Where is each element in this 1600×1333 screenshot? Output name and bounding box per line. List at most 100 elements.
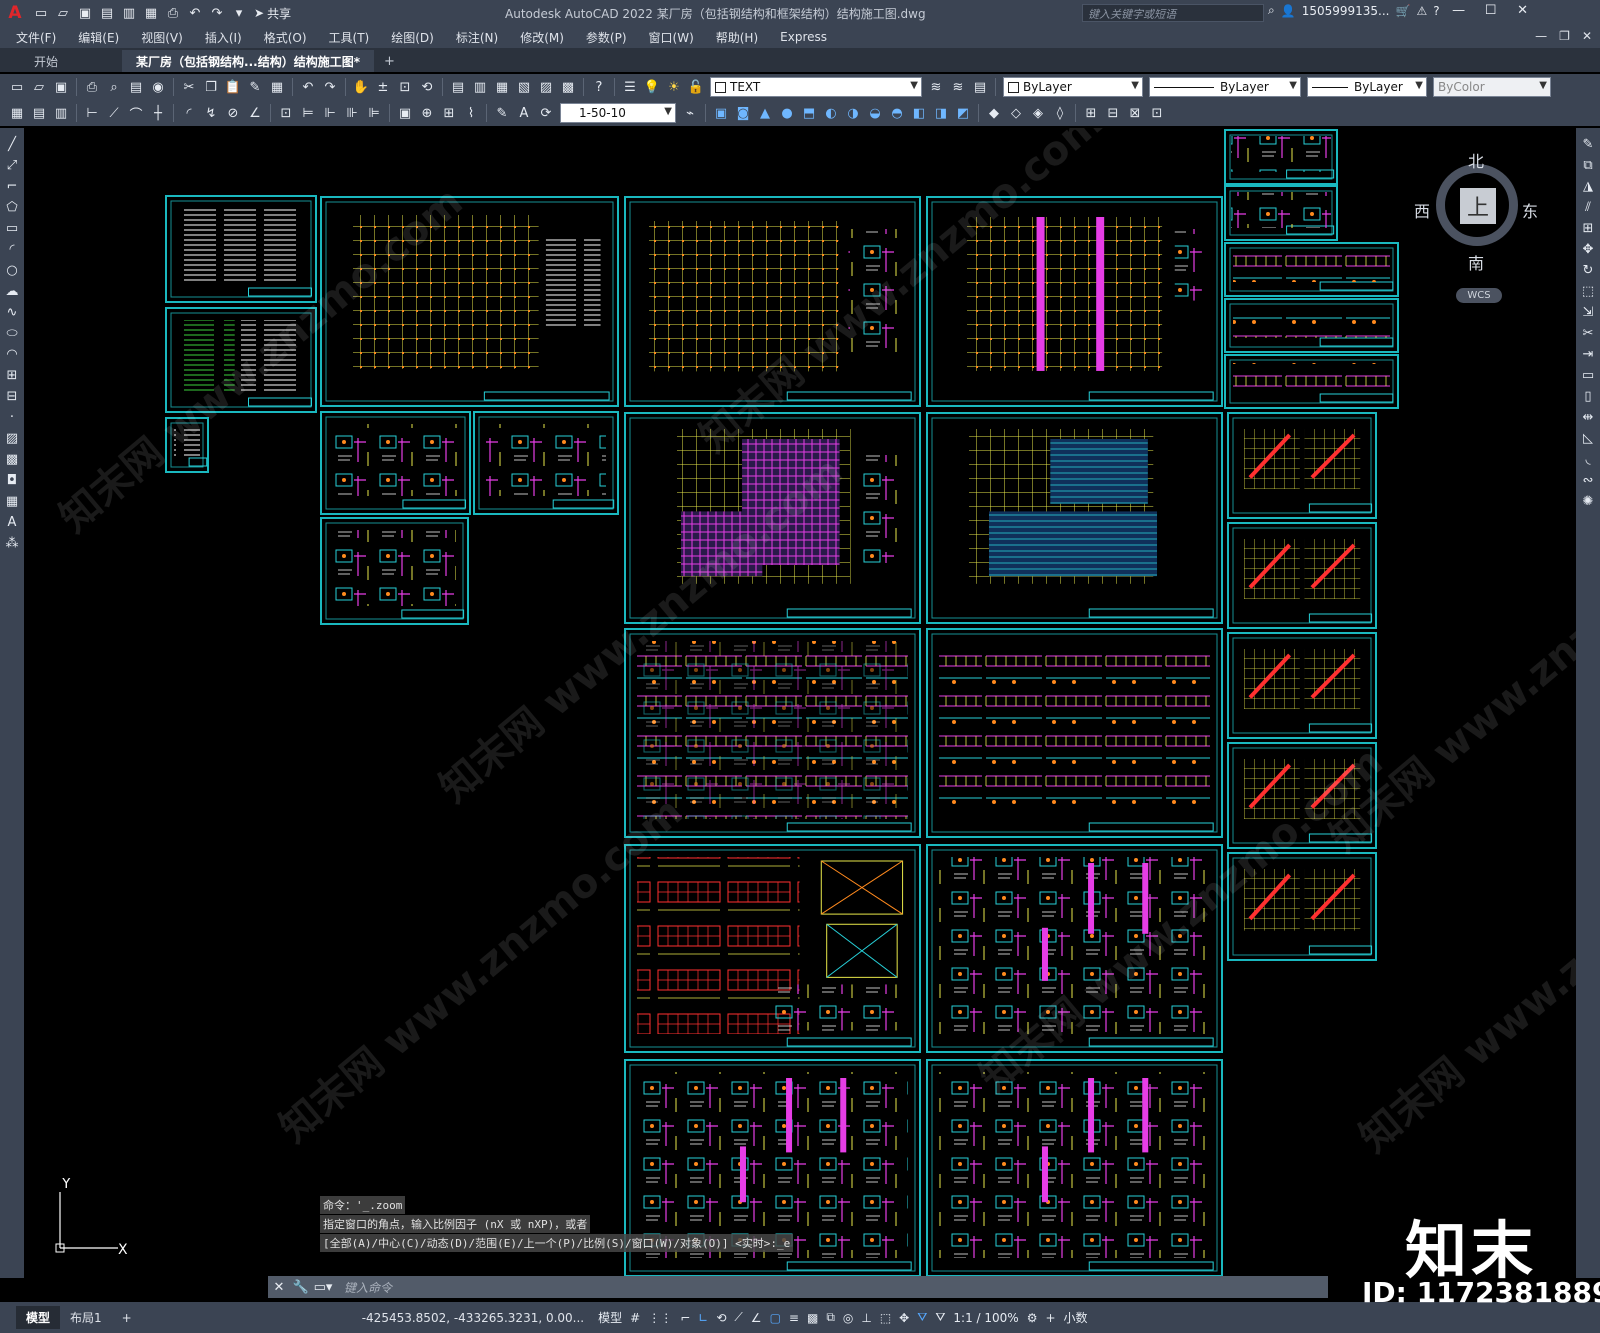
tool-palettes-icon[interactable]: ▦ xyxy=(492,77,512,97)
gradient-icon[interactable]: ▩ xyxy=(2,449,22,469)
ucs-face-icon[interactable]: ⊠ xyxy=(1125,103,1145,123)
hatch-icon[interactable]: ▨ xyxy=(2,428,22,448)
cart-icon[interactable]: 🛒 xyxy=(1395,4,1410,18)
markup-icon[interactable]: ▨ xyxy=(536,77,556,97)
menu-edit[interactable]: 编辑(E) xyxy=(78,29,119,46)
copy-icon[interactable]: ❐ xyxy=(201,77,221,97)
redo-icon[interactable]: ↷ xyxy=(207,3,227,23)
3d-osnap-icon[interactable]: ◎ xyxy=(843,1311,853,1325)
viewcube-south[interactable]: 南 xyxy=(1468,250,1484,274)
polyline-icon[interactable]: ⌐ xyxy=(2,176,22,196)
open-file-icon[interactable]: ▱ xyxy=(53,3,73,23)
blend-icon[interactable]: ∾ xyxy=(1578,470,1598,490)
snap-icon[interactable]: ⋮⋮ xyxy=(648,1311,672,1325)
pan-icon[interactable]: ✋ xyxy=(351,77,371,97)
dim-edit-icon[interactable]: ✎ xyxy=(492,103,512,123)
autodesk-account-icon[interactable]: ⚠ xyxy=(1416,4,1427,18)
design-center-icon[interactable]: ▥ xyxy=(470,77,490,97)
save-toolbar-icon[interactable]: ▣ xyxy=(51,77,71,97)
model-space-button[interactable]: 模型 xyxy=(598,1309,622,1326)
arc-length-icon[interactable]: ⌒ xyxy=(126,103,146,123)
help-icon[interactable]: ? xyxy=(1433,4,1439,18)
zoom-window-icon[interactable]: ⊡ xyxy=(395,77,415,97)
break-icon[interactable]: ⊫ xyxy=(364,103,384,123)
tab-drawing[interactable]: 某厂房（包括钢结构...结构）结构施工图* xyxy=(122,50,374,72)
intersect-icon[interactable]: ◩ xyxy=(953,103,973,123)
line-icon[interactable]: ╱ xyxy=(2,134,22,154)
center-mark-icon[interactable]: ⊕ xyxy=(417,103,437,123)
customize-icon[interactable]: ▾ xyxy=(229,3,249,23)
menu-format[interactable]: 格式(O) xyxy=(264,29,307,46)
insert-block-icon[interactable]: ⊞ xyxy=(2,365,22,385)
zoom-realtime-icon[interactable]: ± xyxy=(373,77,393,97)
circle-icon[interactable]: ○ xyxy=(2,260,22,280)
ucs-previous-icon[interactable]: ⊟ xyxy=(1103,103,1123,123)
tab-start[interactable]: 开始 xyxy=(20,50,72,72)
break-at-point-icon[interactable]: ▭ xyxy=(1578,365,1598,385)
layer-properties-icon[interactable]: ☰ xyxy=(620,77,640,97)
tab-layout1[interactable]: 布局1 xyxy=(60,1306,112,1329)
viewcube-west[interactable]: 西 xyxy=(1414,198,1430,222)
properties-icon[interactable]: ▤ xyxy=(448,77,468,97)
inspect-icon[interactable]: ⊞ xyxy=(439,103,459,123)
sheet-set-icon[interactable]: ▧ xyxy=(514,77,534,97)
command-input[interactable]: 键入命令 xyxy=(344,1279,392,1296)
wcs-menu-button[interactable]: WCS xyxy=(1456,288,1502,303)
tolerance-icon[interactable]: ▣ xyxy=(395,103,415,123)
doc-minimize-icon[interactable]: — xyxy=(1535,29,1547,43)
menu-express[interactable]: Express xyxy=(780,30,827,44)
user-icon[interactable]: 👤 xyxy=(1281,4,1296,18)
save-as-icon[interactable]: ▤ xyxy=(97,3,117,23)
3d-print-icon[interactable]: ◉ xyxy=(148,77,168,97)
undo-icon[interactable]: ↶ xyxy=(185,3,205,23)
presspull-icon[interactable]: ◓ xyxy=(887,103,907,123)
radius-icon[interactable]: ◜ xyxy=(179,103,199,123)
arc-icon[interactable]: ◜ xyxy=(2,239,22,259)
layer-previous-icon[interactable]: ≋ xyxy=(948,77,968,97)
lineweight-dropdown[interactable]: ByLayer ▼ xyxy=(1307,77,1427,97)
object-snap-tracking-icon[interactable]: ∠ xyxy=(751,1311,762,1325)
fillet-icon[interactable]: ◟ xyxy=(1578,449,1598,469)
sweep-icon[interactable]: ◑ xyxy=(843,103,863,123)
subtract-icon[interactable]: ◨ xyxy=(931,103,951,123)
redo-toolbar-icon[interactable]: ↷ xyxy=(320,77,340,97)
maximize-icon[interactable]: ☐ xyxy=(1478,3,1504,18)
linetype-dropdown[interactable]: ByLayer ▼ xyxy=(1149,77,1301,97)
menu-dimension[interactable]: 标注(N) xyxy=(456,29,498,46)
rectangle-icon[interactable]: ▭ xyxy=(2,218,22,238)
zoom-previous-icon[interactable]: ⟲ xyxy=(417,77,437,97)
block-editor-icon[interactable]: ▦ xyxy=(267,77,287,97)
erase-icon[interactable]: ✎ xyxy=(1578,134,1598,154)
plot-icon[interactable]: ⎙ xyxy=(163,3,183,23)
menu-file[interactable]: 文件(F) xyxy=(16,29,56,46)
annotation-visibility-icon[interactable]: ⛛ xyxy=(917,1310,927,1325)
auto-scale-icon[interactable]: ⛛ xyxy=(935,1310,945,1325)
grid-icon[interactable]: # xyxy=(630,1311,640,1325)
add-layout-icon[interactable]: + xyxy=(112,1308,142,1328)
dim-update-icon[interactable]: ⟳ xyxy=(536,103,556,123)
mtext-icon[interactable]: A xyxy=(2,512,22,532)
viewcube[interactable]: 上 北 南 东 西 xyxy=(1414,148,1538,273)
revcloud-icon[interactable]: ☁ xyxy=(2,281,22,301)
break-object-icon[interactable]: ▯ xyxy=(1578,386,1598,406)
menu-tools[interactable]: 工具(T) xyxy=(329,29,370,46)
stretch-icon[interactable]: ⇲ xyxy=(1578,302,1598,322)
viewcube-east[interactable]: 东 xyxy=(1522,198,1538,222)
gizmo-icon[interactable]: ✥ xyxy=(899,1311,909,1325)
baseline-icon[interactable]: ⊨ xyxy=(298,103,318,123)
quick-dim-icon[interactable]: ⊡ xyxy=(276,103,296,123)
join-icon[interactable]: ⇹ xyxy=(1578,407,1598,427)
menu-insert[interactable]: 插入(I) xyxy=(205,29,242,46)
chamfer-icon[interactable]: ◺ xyxy=(1578,428,1598,448)
dynamic-ucs-icon[interactable]: ⊥ xyxy=(861,1311,871,1325)
close-icon[interactable]: ✕ xyxy=(1510,3,1536,18)
continue-icon[interactable]: ⊩ xyxy=(320,103,340,123)
plotstyle-dropdown[interactable]: ByColor ▼ xyxy=(1433,77,1551,97)
loft-icon[interactable]: ◒ xyxy=(865,103,885,123)
units-button[interactable]: 小数 xyxy=(1064,1309,1088,1326)
undo-toolbar-icon[interactable]: ↶ xyxy=(298,77,318,97)
workspace-icon[interactable]: ▦ xyxy=(7,103,27,123)
make-block-icon[interactable]: ⊟ xyxy=(2,386,22,406)
preview-icon[interactable]: ⌕ xyxy=(104,77,124,97)
plot-toolbar-icon[interactable]: ⎙ xyxy=(82,77,102,97)
